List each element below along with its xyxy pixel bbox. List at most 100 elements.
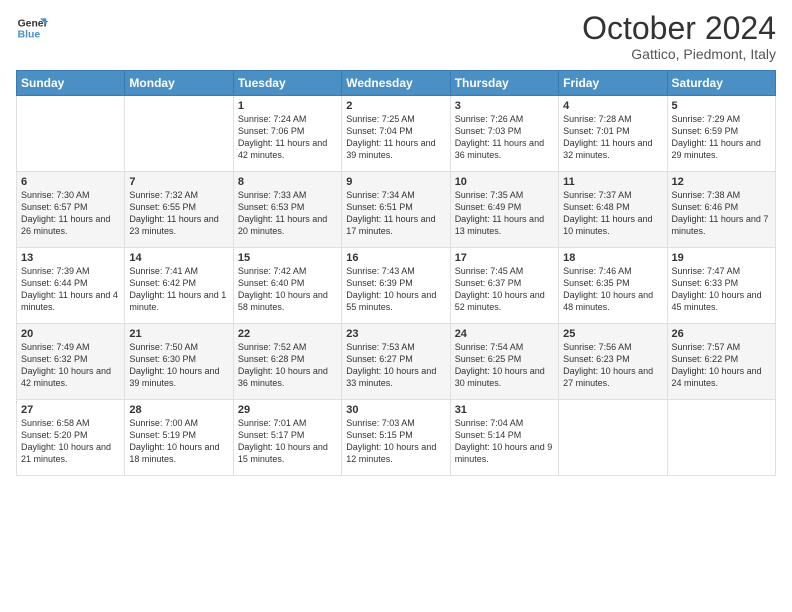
cell-content: Sunrise: 7:49 AMSunset: 6:32 PMDaylight:… bbox=[21, 342, 111, 388]
svg-text:Blue: Blue bbox=[18, 30, 41, 41]
calendar-cell: 10 Sunrise: 7:35 AMSunset: 6:49 PMDayligh… bbox=[450, 172, 558, 248]
calendar-row: 27Sunrise: 6:58 AMSunset: 5:20 PMDayligh… bbox=[17, 400, 776, 476]
calendar-cell: 15 Sunrise: 7:42 AMSunset: 6:40 PMDayligh… bbox=[233, 248, 341, 324]
day-number: 14 bbox=[129, 252, 228, 264]
calendar-cell: 17Sunrise: 7:45 AMSunset: 6:37 PMDayligh… bbox=[450, 248, 558, 324]
calendar-cell: 3Sunrise: 7:26 AMSunset: 7:03 PMDaylight… bbox=[450, 96, 558, 172]
day-number: 10 bbox=[455, 176, 554, 188]
cell-content: Sunrise: 7:29 AMSunset: 6:59 PMDaylight:… bbox=[672, 114, 761, 160]
day-number: 26 bbox=[672, 328, 771, 340]
cell-content: Sunrise: 7:30 AMSunset: 6:57 PMDaylight:… bbox=[21, 190, 110, 236]
calendar-cell: 26 Sunrise: 7:57 AMSunset: 6:22 PMDayligh… bbox=[667, 324, 775, 400]
cell-content: Sunrise: 7:43 AMSunset: 6:39 PMDaylight:… bbox=[346, 266, 436, 312]
weekday-header: Friday bbox=[559, 71, 667, 96]
calendar-table: SundayMondayTuesdayWednesdayThursdayFrid… bbox=[16, 70, 776, 476]
weekday-header: Thursday bbox=[450, 71, 558, 96]
calendar-cell: 14 Sunrise: 7:41 AMSunset: 6:42 PMDayligh… bbox=[125, 248, 233, 324]
calendar-cell: 4 Sunrise: 7:28 AMSunset: 7:01 PMDaylight… bbox=[559, 96, 667, 172]
logo: General Blue bbox=[16, 12, 48, 44]
cell-content: Sunrise: 7:42 AMSunset: 6:40 PMDaylight:… bbox=[238, 266, 328, 312]
day-number: 7 bbox=[129, 176, 228, 188]
cell-content: Sunrise: 7:54 AMSunset: 6:25 PMDaylight:… bbox=[455, 342, 545, 388]
calendar-cell: 31Sunrise: 7:04 AMSunset: 5:14 PMDayligh… bbox=[450, 400, 558, 476]
calendar-cell: 23Sunrise: 7:53 AMSunset: 6:27 PMDayligh… bbox=[342, 324, 450, 400]
calendar-cell: 6 Sunrise: 7:30 AMSunset: 6:57 PMDaylight… bbox=[17, 172, 125, 248]
cell-content: Sunrise: 7:33 AMSunset: 6:53 PMDaylight:… bbox=[238, 190, 327, 236]
calendar-cell: 29Sunrise: 7:01 AMSunset: 5:17 PMDayligh… bbox=[233, 400, 341, 476]
cell-content: Sunrise: 7:56 AMSunset: 6:23 PMDaylight:… bbox=[563, 342, 653, 388]
calendar-cell: 19 Sunrise: 7:47 AMSunset: 6:33 PMDayligh… bbox=[667, 248, 775, 324]
day-number: 9 bbox=[346, 176, 445, 188]
calendar-cell: 28 Sunrise: 7:00 AMSunset: 5:19 PMDayligh… bbox=[125, 400, 233, 476]
day-number: 29 bbox=[238, 404, 337, 416]
calendar-row: 6 Sunrise: 7:30 AMSunset: 6:57 PMDaylight… bbox=[17, 172, 776, 248]
day-number: 28 bbox=[129, 404, 228, 416]
page-header: General Blue October 2024 Gattico, Piedm… bbox=[16, 12, 776, 62]
calendar-cell bbox=[125, 96, 233, 172]
day-number: 21 bbox=[129, 328, 228, 340]
calendar-cell: 9 Sunrise: 7:34 AMSunset: 6:51 PMDaylight… bbox=[342, 172, 450, 248]
calendar-cell: 16 Sunrise: 7:43 AMSunset: 6:39 PMDayligh… bbox=[342, 248, 450, 324]
day-number: 18 bbox=[563, 252, 662, 264]
calendar-cell: 21 Sunrise: 7:50 AMSunset: 6:30 PMDayligh… bbox=[125, 324, 233, 400]
weekday-header: Sunday bbox=[17, 71, 125, 96]
day-number: 12 bbox=[672, 176, 771, 188]
day-number: 16 bbox=[346, 252, 445, 264]
day-number: 24 bbox=[455, 328, 554, 340]
cell-content: Sunrise: 7:50 AMSunset: 6:30 PMDaylight:… bbox=[129, 342, 219, 388]
cell-content: Sunrise: 7:24 AMSunset: 7:06 PMDaylight:… bbox=[238, 114, 327, 160]
calendar-cell: 20 Sunrise: 7:49 AMSunset: 6:32 PMDayligh… bbox=[17, 324, 125, 400]
logo-icon: General Blue bbox=[16, 12, 48, 44]
month-title: October 2024 bbox=[582, 12, 776, 44]
cell-content: Sunrise: 6:58 AMSunset: 5:20 PMDaylight:… bbox=[21, 418, 111, 464]
calendar-header-row: SundayMondayTuesdayWednesdayThursdayFrid… bbox=[17, 71, 776, 96]
cell-content: Sunrise: 7:47 AMSunset: 6:33 PMDaylight:… bbox=[672, 266, 762, 312]
day-number: 1 bbox=[238, 100, 337, 112]
calendar-row: 13Sunrise: 7:39 AMSunset: 6:44 PMDayligh… bbox=[17, 248, 776, 324]
cell-content: Sunrise: 7:39 AMSunset: 6:44 PMDaylight:… bbox=[21, 266, 118, 312]
day-number: 4 bbox=[563, 100, 662, 112]
calendar-cell bbox=[559, 400, 667, 476]
cell-content: Sunrise: 7:04 AMSunset: 5:14 PMDaylight:… bbox=[455, 418, 553, 464]
day-number: 20 bbox=[21, 328, 120, 340]
calendar-cell: 7Sunrise: 7:32 AMSunset: 6:55 PMDaylight… bbox=[125, 172, 233, 248]
day-number: 2 bbox=[346, 100, 445, 112]
cell-content: Sunrise: 7:28 AMSunset: 7:01 PMDaylight:… bbox=[563, 114, 652, 160]
day-number: 11 bbox=[563, 176, 662, 188]
day-number: 8 bbox=[238, 176, 337, 188]
calendar-cell bbox=[667, 400, 775, 476]
cell-content: Sunrise: 7:25 AMSunset: 7:04 PMDaylight:… bbox=[346, 114, 435, 160]
cell-content: Sunrise: 7:53 AMSunset: 6:27 PMDaylight:… bbox=[346, 342, 436, 388]
cell-content: Sunrise: 7:37 AMSunset: 6:48 PMDaylight:… bbox=[563, 190, 652, 236]
calendar-cell: 13Sunrise: 7:39 AMSunset: 6:44 PMDayligh… bbox=[17, 248, 125, 324]
calendar-cell: 18 Sunrise: 7:46 AMSunset: 6:35 PMDayligh… bbox=[559, 248, 667, 324]
day-number: 3 bbox=[455, 100, 554, 112]
day-number: 6 bbox=[21, 176, 120, 188]
day-number: 5 bbox=[672, 100, 771, 112]
day-number: 15 bbox=[238, 252, 337, 264]
weekday-header: Monday bbox=[125, 71, 233, 96]
day-number: 19 bbox=[672, 252, 771, 264]
calendar-cell: 5 Sunrise: 7:29 AMSunset: 6:59 PMDaylight… bbox=[667, 96, 775, 172]
weekday-header: Saturday bbox=[667, 71, 775, 96]
day-number: 17 bbox=[455, 252, 554, 264]
cell-content: Sunrise: 7:46 AMSunset: 6:35 PMDaylight:… bbox=[563, 266, 653, 312]
calendar-cell: 30Sunrise: 7:03 AMSunset: 5:15 PMDayligh… bbox=[342, 400, 450, 476]
cell-content: Sunrise: 7:41 AMSunset: 6:42 PMDaylight:… bbox=[129, 266, 226, 312]
calendar-cell: 1 Sunrise: 7:24 AMSunset: 7:06 PMDaylight… bbox=[233, 96, 341, 172]
calendar-cell: 11 Sunrise: 7:37 AMSunset: 6:48 PMDayligh… bbox=[559, 172, 667, 248]
calendar-cell bbox=[17, 96, 125, 172]
cell-content: Sunrise: 7:34 AMSunset: 6:51 PMDaylight:… bbox=[346, 190, 435, 236]
calendar-cell: 12 Sunrise: 7:38 AMSunset: 6:46 PMDayligh… bbox=[667, 172, 775, 248]
calendar-cell: 27Sunrise: 6:58 AMSunset: 5:20 PMDayligh… bbox=[17, 400, 125, 476]
calendar-row: 20 Sunrise: 7:49 AMSunset: 6:32 PMDayligh… bbox=[17, 324, 776, 400]
location: Gattico, Piedmont, Italy bbox=[582, 46, 776, 62]
calendar-cell: 2 Sunrise: 7:25 AMSunset: 7:04 PMDaylight… bbox=[342, 96, 450, 172]
cell-content: Sunrise: 7:52 AMSunset: 6:28 PMDaylight:… bbox=[238, 342, 328, 388]
title-block: October 2024 Gattico, Piedmont, Italy bbox=[582, 12, 776, 62]
cell-content: Sunrise: 7:38 AMSunset: 6:46 PMDaylight:… bbox=[672, 190, 769, 236]
calendar-cell: 25Sunrise: 7:56 AMSunset: 6:23 PMDayligh… bbox=[559, 324, 667, 400]
cell-content: Sunrise: 7:35 AMSunset: 6:49 PMDaylight:… bbox=[455, 190, 544, 236]
cell-content: Sunrise: 7:57 AMSunset: 6:22 PMDaylight:… bbox=[672, 342, 762, 388]
cell-content: Sunrise: 7:00 AMSunset: 5:19 PMDaylight:… bbox=[129, 418, 219, 464]
